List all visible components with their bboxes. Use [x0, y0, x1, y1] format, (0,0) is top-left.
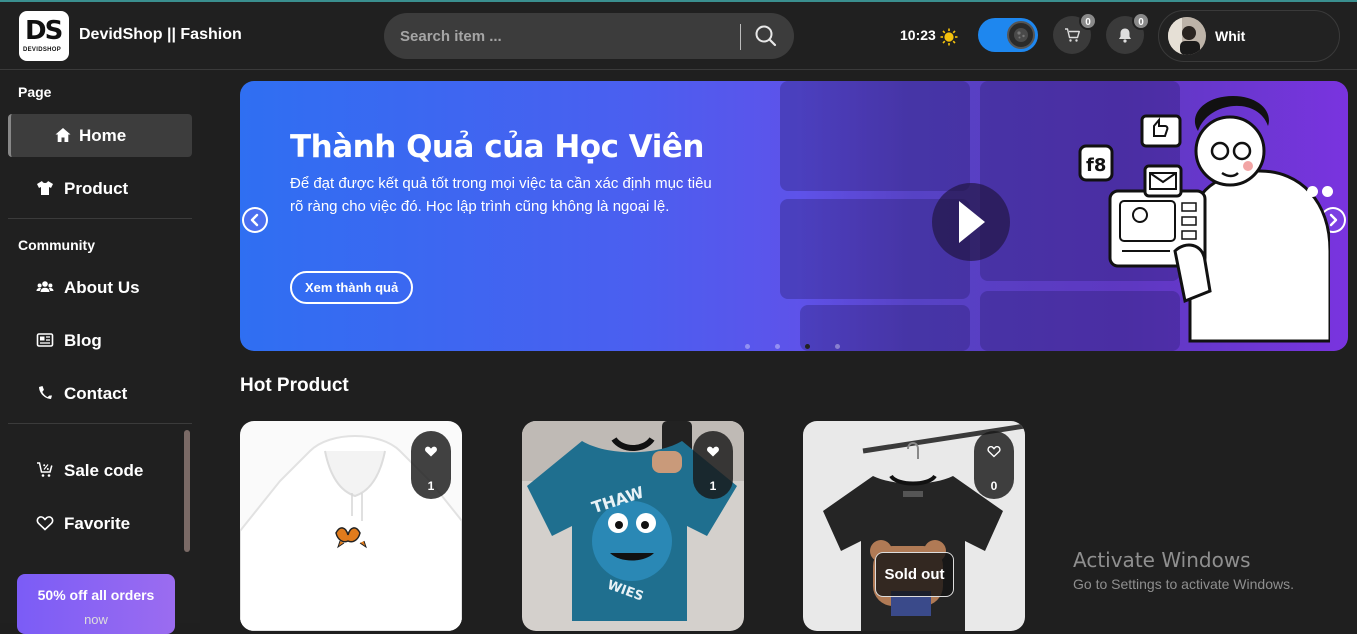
product-card[interactable]: 1 — [240, 421, 462, 631]
watermark-title: Activate Windows — [1073, 548, 1251, 572]
like-count: 1 — [709, 479, 717, 493]
heart-icon — [425, 446, 437, 457]
chevron-left-icon — [244, 209, 266, 231]
banner-cta-button[interactable]: Xem thành quả — [290, 271, 414, 304]
bell-icon — [1119, 28, 1131, 43]
users-icon — [36, 281, 54, 292]
phone-icon — [39, 386, 52, 399]
favorite-button[interactable]: 0 — [974, 431, 1014, 499]
cart-count-badge: 0 — [1079, 12, 1097, 30]
logo[interactable]: DS DEVIDSHOP — [19, 11, 69, 61]
sidebar-item-label: Favorite — [64, 514, 131, 533]
sidebar-item-sale-code[interactable]: Sale code — [8, 449, 192, 492]
sidebar-item-blog[interactable]: Blog — [8, 319, 192, 362]
hero-banner: Thành Quả của Học Viên Để đạt được kết q… — [240, 81, 1348, 351]
promo-subtext: now — [84, 612, 108, 627]
sidebar-item-favorite[interactable]: Favorite — [8, 502, 192, 545]
sidebar-item-label: Sale code — [64, 461, 144, 480]
logo-mark: DS — [25, 16, 63, 46]
product-card[interactable]: 0 Sold out — [803, 421, 1025, 631]
search-bar — [384, 13, 794, 59]
banner-pagination — [745, 336, 865, 351]
logo-subtext: DEVIDSHOP — [23, 47, 62, 53]
sidebar-item-label: Contact — [64, 384, 128, 403]
student-illustration: f8 — [1078, 96, 1330, 343]
moon-icon — [1014, 28, 1028, 42]
user-menu[interactable]: Whit — [1158, 10, 1340, 62]
search-button[interactable] — [750, 20, 782, 52]
notification-button[interactable]: 0 — [1106, 12, 1150, 54]
sidebar-item-contact[interactable]: Contact — [8, 372, 192, 415]
play-video-button[interactable] — [932, 183, 1010, 261]
search-divider — [740, 24, 741, 50]
sidebar: Page Home Product Community About Us Blo… — [0, 71, 200, 634]
user-name: Whit — [1215, 28, 1246, 44]
toggle-knob — [1007, 21, 1035, 49]
like-count: 0 — [990, 479, 998, 493]
clock: 10:23 — [900, 27, 936, 43]
sidebar-item-label: Blog — [64, 331, 102, 350]
like-count: 1 — [427, 479, 435, 493]
newspaper-icon — [36, 333, 54, 347]
windows-activation-watermark: Activate Windows Go to Settings to activ… — [1073, 548, 1294, 592]
pagination-dot[interactable] — [835, 344, 840, 349]
search-icon — [755, 25, 777, 47]
pagination-dot[interactable] — [745, 344, 750, 349]
section-title-page: Page — [18, 84, 52, 100]
sidebar-divider — [8, 218, 192, 219]
watermark-subtitle: Go to Settings to activate Windows. — [1073, 576, 1294, 592]
section-title-community: Community — [18, 237, 95, 253]
sun-icon — [940, 28, 958, 46]
cart-icon — [1065, 28, 1080, 42]
play-icon — [959, 201, 985, 243]
sidebar-item-label: Product — [64, 179, 129, 198]
heart-icon — [707, 446, 719, 457]
theme-toggle[interactable] — [978, 18, 1038, 52]
section-title-hot-product: Hot Product — [240, 375, 349, 396]
banner-prev-button[interactable] — [242, 207, 268, 233]
banner-photo-tile — [780, 81, 970, 191]
banner-description: Để đạt được kết quả tốt trong mọi việc t… — [290, 175, 712, 215]
pagination-dot-active[interactable] — [805, 344, 810, 349]
banner-title: Thành Quả của Học Viên — [290, 129, 704, 165]
header: DS DEVIDSHOP DevidShop || Fashion 10:23 — [0, 2, 1357, 70]
pagination-dot[interactable] — [775, 344, 780, 349]
notification-count-badge: 0 — [1132, 12, 1150, 30]
home-icon — [55, 128, 71, 142]
sidebar-item-about-us[interactable]: About Us — [8, 266, 192, 309]
cart-percent-icon — [37, 462, 53, 477]
sidebar-item-label: About Us — [64, 278, 140, 297]
sidebar-divider — [8, 423, 192, 424]
avatar — [1168, 17, 1206, 55]
sidebar-scrollbar[interactable] — [184, 430, 190, 552]
brand-name[interactable]: DevidShop || Fashion — [79, 26, 242, 44]
product-card[interactable]: THAW WIES 1 — [522, 421, 744, 631]
promo-text: 50% off all orders — [37, 587, 155, 603]
tshirt-icon — [37, 181, 53, 195]
sold-out-badge: Sold out — [875, 552, 954, 597]
sidebar-item-home[interactable]: Home — [8, 114, 192, 157]
heart-icon — [987, 445, 1001, 458]
sidebar-item-label: Home — [79, 126, 127, 145]
favorite-button[interactable]: 1 — [693, 431, 733, 499]
promo-banner[interactable]: 50% off all orders now — [17, 574, 175, 634]
cart-button[interactable]: 0 — [1053, 12, 1097, 54]
search-input[interactable] — [400, 25, 730, 47]
heart-icon — [36, 516, 54, 531]
more-options-button[interactable] — [1292, 184, 1337, 202]
favorite-button[interactable]: 1 — [411, 431, 451, 499]
svg-text:f8: f8 — [1086, 155, 1106, 176]
sidebar-item-product[interactable]: Product — [8, 167, 192, 210]
